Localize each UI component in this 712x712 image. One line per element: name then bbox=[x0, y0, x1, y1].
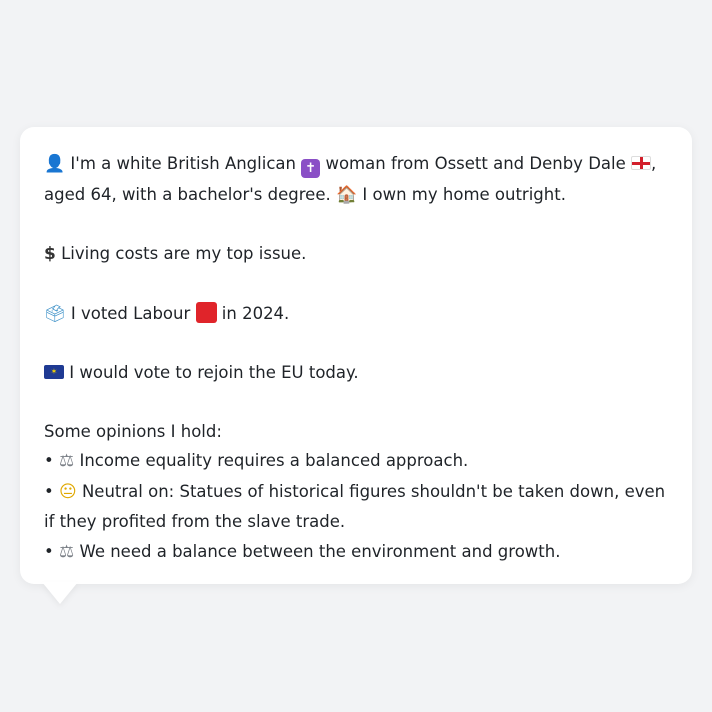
neutral-face-icon: 😐 bbox=[58, 481, 77, 502]
opinions-heading: Some opinions I hold: bbox=[44, 421, 222, 441]
eu-flag-icon: ✶ bbox=[44, 365, 64, 379]
issue-text: Living costs are my top issue. bbox=[61, 244, 307, 263]
opinion-item-1: • ⚖ Income equality requires a balanced … bbox=[44, 446, 670, 477]
eu-paragraph: ✶ I would vote to rejoin the EU today. bbox=[44, 358, 670, 388]
vote-text-a: I voted Labour bbox=[70, 303, 191, 323]
latin-cross-icon: ✝ bbox=[301, 159, 321, 178]
profile-text-b: woman from Ossett and Denby Dale bbox=[325, 154, 626, 173]
opinion-item-3: • ⚖ We need a balance between the enviro… bbox=[44, 537, 670, 568]
eu-text: I would vote to rejoin the EU today. bbox=[69, 363, 359, 382]
profile-text-e: I own my home outright. bbox=[362, 184, 566, 204]
issue-paragraph: $ Living costs are my top issue. bbox=[44, 239, 670, 270]
bullet: • bbox=[44, 541, 54, 561]
vote-paragraph: 🗳 I voted Labour in 2024. bbox=[44, 299, 670, 330]
profile-text-d: aged 64, with a bachelor's degree. bbox=[44, 184, 331, 204]
persona-card: 👤 I'm a white British Anglican ✝ woman f… bbox=[20, 127, 692, 584]
bubble-tail bbox=[42, 582, 78, 604]
opinion-text: We need a balance between the environmen… bbox=[79, 541, 561, 561]
house-icon: 🏠 bbox=[335, 184, 358, 205]
vote-text-b: in 2024. bbox=[221, 303, 290, 323]
dollar-icon: $ bbox=[44, 244, 56, 264]
opinion-item-2: • 😐 Neutral on: Statues of historical fi… bbox=[44, 477, 670, 537]
balance-scale-icon: ⚖ bbox=[58, 541, 75, 562]
opinion-text: Neutral on: Statues of historical figure… bbox=[44, 481, 666, 532]
bullet: • bbox=[44, 481, 54, 501]
balance-scale-icon: ⚖ bbox=[58, 451, 75, 471]
person-icon: 👤 bbox=[44, 154, 66, 174]
profile-text-a: I'm a white British Anglican bbox=[70, 154, 296, 173]
bullet: • bbox=[44, 451, 54, 470]
opinion-text: Income equality requires a balanced appr… bbox=[79, 451, 469, 470]
ballot-box-icon: 🗳 bbox=[44, 303, 66, 324]
profile-paragraph: 👤 I'm a white British Anglican ✝ woman f… bbox=[44, 149, 670, 210]
red-square-icon bbox=[195, 301, 217, 323]
england-flag-icon bbox=[631, 156, 651, 170]
profile-comma: , bbox=[651, 154, 657, 173]
